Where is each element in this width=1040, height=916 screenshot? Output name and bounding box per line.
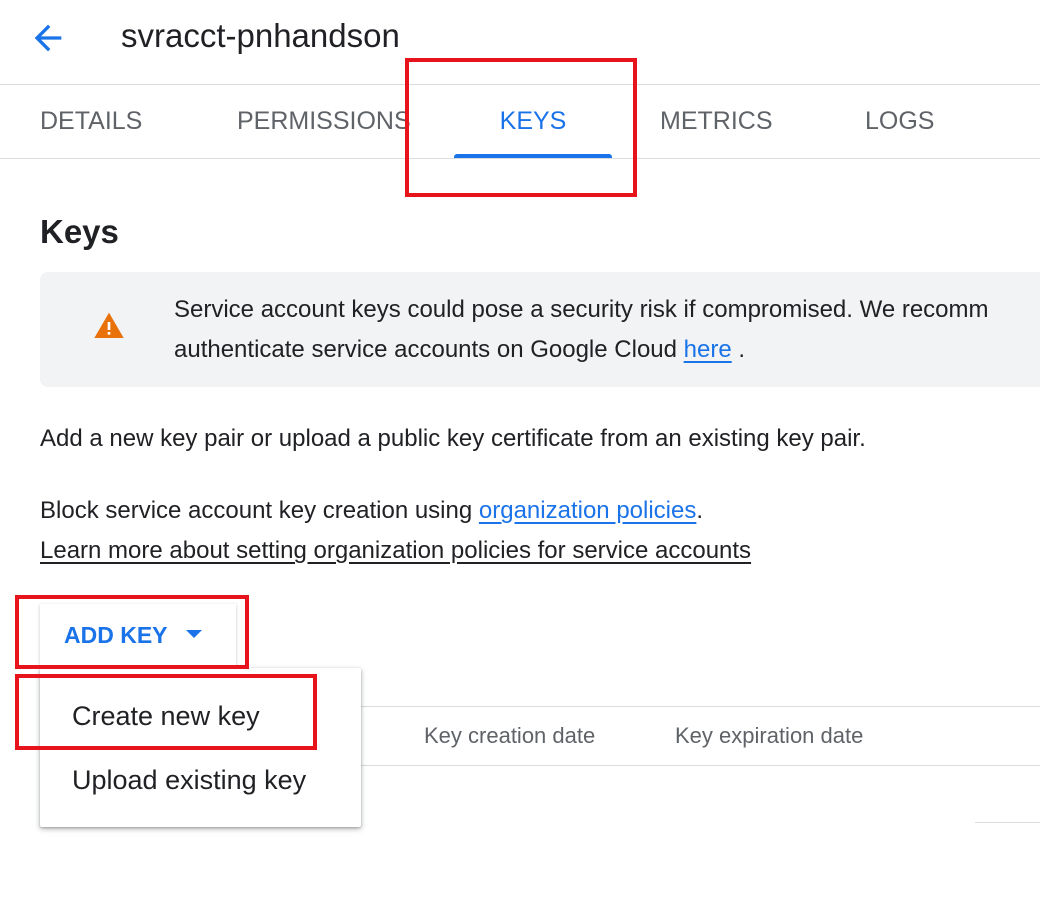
warning-line-2-suffix: .: [731, 336, 746, 363]
column-key-creation-date[interactable]: Key creation date: [424, 707, 595, 765]
page-title: svracct-pnhandson: [121, 17, 400, 54]
block-key-creation-text: Block service account key creation using…: [40, 491, 703, 531]
keys-heading: Keys: [40, 213, 119, 250]
dropdown-caret-icon: [186, 630, 202, 638]
tab-permissions[interactable]: PERMISSIONS: [237, 85, 411, 158]
page-header: svracct-pnhandson: [0, 0, 1040, 85]
add-key-menu: Create new key Upload existing key: [40, 668, 361, 827]
warning-message: Service account keys could pose a securi…: [174, 290, 989, 370]
block-text-suffix: .: [696, 497, 704, 524]
menu-item-upload-existing-key[interactable]: Upload existing key: [40, 748, 361, 812]
add-key-button[interactable]: ADD KEY: [40, 604, 236, 666]
arrow-back-icon[interactable]: [28, 18, 68, 58]
tab-bar: DETAILS PERMISSIONS KEYS METRICS LOGS: [0, 85, 1040, 159]
learn-more-link[interactable]: Learn more about setting organization po…: [40, 531, 751, 571]
warning-line-1: Service account keys could pose a securi…: [174, 296, 989, 323]
tab-metrics[interactable]: METRICS: [660, 85, 773, 158]
menu-item-create-new-key[interactable]: Create new key: [40, 684, 361, 748]
keys-description: Add a new key pair or upload a public ke…: [40, 425, 866, 452]
security-warning-banner: Service account keys could pose a securi…: [40, 272, 1040, 387]
block-text-prefix: Block service account key creation using: [40, 497, 479, 524]
tab-keys[interactable]: KEYS: [454, 85, 612, 158]
table-row-divider: [975, 822, 1040, 823]
warning-line-2-text: authenticate service accounts on Google …: [174, 336, 684, 363]
warning-here-link[interactable]: here: [684, 336, 732, 363]
column-key-expiration-date[interactable]: Key expiration date: [675, 707, 863, 765]
warning-icon: [94, 312, 124, 338]
warning-line-2: authenticate service accounts on Google …: [174, 330, 989, 370]
organization-policies-link[interactable]: organization policies: [479, 497, 696, 524]
add-key-label: ADD KEY: [64, 622, 168, 648]
active-tab-indicator: [454, 154, 612, 158]
tab-logs[interactable]: LOGS: [865, 85, 934, 158]
tab-details[interactable]: DETAILS: [40, 85, 142, 158]
